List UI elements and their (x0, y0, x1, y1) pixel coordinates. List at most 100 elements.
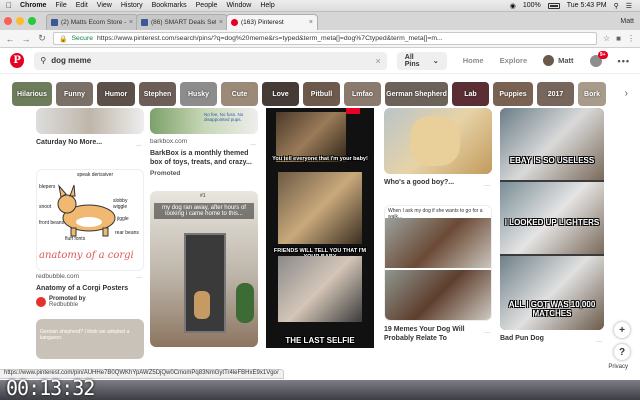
privacy-link[interactable]: Privacy (608, 364, 628, 370)
pin-caption: German shepherd? I think we adopted a ka… (40, 329, 130, 341)
apple-icon[interactable]:  (6, 1, 12, 10)
pin-title[interactable]: 19 Memes Your Dog Will Probably Relate T… (384, 325, 492, 343)
close-window-icon[interactable] (4, 17, 12, 25)
chip-hilarious[interactable]: Hilarious (12, 82, 52, 106)
chip-husky[interactable]: Husky (180, 82, 217, 106)
lab-photo-2-icon (385, 270, 491, 320)
husky-photo-1-icon (500, 108, 604, 180)
promoted-by[interactable]: Promoted by Redbubble (36, 296, 144, 308)
wifi-icon[interactable]: ◉ (510, 2, 516, 10)
explore-link[interactable]: Explore (500, 56, 528, 65)
chip-humor[interactable]: Humor (97, 82, 135, 106)
pin-more-icon[interactable]: ... (484, 181, 490, 188)
pin-image-lab-walk[interactable]: When I ask my dog if she wants to go for… (384, 205, 492, 321)
tab-matts-ecom[interactable]: (2) Matts Ecom Store - Home × (46, 14, 138, 30)
menu-people[interactable]: People (196, 2, 218, 9)
clear-search-icon[interactable]: × (376, 56, 381, 66)
menu-history[interactable]: History (121, 2, 143, 9)
header-nav: Home Explore Matt 9+ ••• (463, 50, 630, 67)
close-pin-badge[interactable] (346, 108, 360, 114)
pinterest-header: P ⚲ dog meme × All Pins ⌄ Home Explore M… (0, 48, 640, 74)
pin-more-icon[interactable]: ... (136, 273, 142, 280)
pin-image-dog-selfie-meme[interactable]: You tell everyone that i'm your baby! FR… (266, 108, 374, 348)
menu-app-name[interactable]: Chrome (20, 2, 46, 9)
chip-funny[interactable]: Funny (56, 82, 93, 106)
chip-stephen[interactable]: Stephen (139, 82, 176, 106)
extension-icon[interactable]: ■ (616, 34, 621, 43)
pin-source[interactable]: barkbox.com (150, 138, 258, 145)
pin-title[interactable]: Who's a good boy?... (384, 178, 492, 187)
close-tab-icon[interactable]: × (129, 19, 133, 26)
chip-lmfao[interactable]: Lmfao (344, 82, 381, 106)
pin-image-corgi-anatomy[interactable]: speak derissiver blepers snoot front bea… (36, 169, 144, 271)
close-tab-icon[interactable]: × (219, 19, 223, 26)
menubar-clock[interactable]: Tue 5:43 PM (567, 2, 607, 9)
search-bar[interactable]: ⚲ dog meme × (34, 51, 387, 70)
macos-menubar:  Chrome File Edit View History Bookmark… (0, 0, 640, 12)
back-icon[interactable]: ← (5, 34, 15, 44)
chrome-menu-icon[interactable]: ⋮ (627, 34, 635, 43)
pin-title[interactable]: Bad Pun Dog (500, 334, 604, 343)
menu-bookmarks[interactable]: Bookmarks (152, 2, 187, 9)
profile-link[interactable]: Matt (543, 55, 574, 66)
menu-help[interactable]: Help (260, 2, 274, 9)
pin-source[interactable]: redbubble.com (36, 273, 144, 280)
chip-love[interactable]: Love (262, 82, 299, 106)
pin-more-icon[interactable]: ... (136, 141, 142, 148)
address-bar[interactable]: 🔒 Secure https://www.pinterest.com/searc… (53, 32, 597, 45)
pin-title[interactable]: BarkBox is a monthly themed box of toys,… (150, 149, 258, 167)
menu-edit[interactable]: Edit (76, 2, 88, 9)
toolbar-icons: ☆ ■ ⋮ (603, 34, 635, 43)
more-options-icon[interactable]: ••• (618, 56, 630, 66)
chip-bork[interactable]: Bork (578, 82, 606, 106)
notifications-icon[interactable]: 9+ (589, 50, 608, 67)
corgi-label: front beans (39, 220, 65, 226)
help-button[interactable]: ? (614, 344, 630, 360)
menu-view[interactable]: View (97, 2, 112, 9)
chrome-profile-name[interactable]: Matt (620, 18, 634, 25)
pin-image-kangaroo[interactable]: German shepherd? I think we adopted a ka… (36, 319, 144, 359)
notification-center-icon[interactable]: ☰ (626, 2, 632, 10)
chip-cute[interactable]: Cute (221, 82, 258, 106)
pin-image-golden-retriever[interactable] (384, 108, 492, 174)
facebook-favicon-icon (51, 19, 58, 26)
pin-image-bad-pun-husky[interactable]: EBAY IS SO USELESS I LOOKED UP LIGHTERS … (500, 108, 604, 330)
menu-file[interactable]: File (55, 2, 66, 9)
menu-window[interactable]: Window (226, 2, 251, 9)
pin-image-barkbox[interactable]: No fee, No fuss. No disappointed pups. (150, 108, 258, 134)
pin-title[interactable]: Caturday No More... (36, 138, 144, 147)
tab-smart-deals[interactable]: (86) SMART Deals Settings × (136, 14, 228, 30)
browser-toolbar: ← → ↻ 🔒 Secure https://www.pinterest.com… (0, 30, 640, 48)
promoted-label: Promoted (150, 170, 181, 177)
chip-pitbull[interactable]: Pitbull (303, 82, 340, 106)
minimize-window-icon[interactable] (16, 17, 24, 25)
pin-more-icon[interactable]: ... (596, 337, 602, 344)
pin-image-dog-door[interactable]: #1 my dog ran away, after hours of looki… (150, 191, 258, 347)
zoom-window-icon[interactable] (28, 17, 36, 25)
search-input[interactable]: dog meme (51, 56, 370, 65)
create-pin-button[interactable]: + (614, 322, 630, 338)
close-tab-icon[interactable]: × (309, 19, 313, 26)
battery-icon[interactable] (547, 2, 560, 9)
spotlight-icon[interactable]: ⚲ (614, 2, 619, 10)
corgi-label: blepers (39, 184, 56, 190)
chip-puppies[interactable]: Puppies (493, 82, 533, 106)
forward-icon[interactable]: → (21, 34, 31, 44)
people-selfie-photo-icon (278, 256, 362, 322)
battery-percent[interactable]: 100% (523, 2, 541, 9)
home-link[interactable]: Home (463, 56, 484, 65)
search-scope-dropdown[interactable]: All Pins ⌄ (396, 51, 447, 70)
pin-title[interactable]: Anatomy of a Corgi Posters (36, 284, 144, 293)
pin-image-cat[interactable] (36, 108, 144, 134)
chip-lab[interactable]: Lab (452, 82, 489, 106)
chips-next-arrow-icon[interactable]: › (625, 88, 628, 99)
pinterest-logo-icon[interactable]: P (10, 53, 25, 68)
reload-icon[interactable]: ↻ (37, 33, 47, 44)
bookmark-star-icon[interactable]: ☆ (603, 34, 610, 43)
pin-more-icon[interactable]: ... (484, 328, 490, 335)
corgi-label: speak derissiver (77, 172, 114, 178)
chip-german-shepherd[interactable]: German Shepherd (385, 82, 448, 106)
pin-more-icon[interactable]: ... (250, 140, 256, 147)
chip-2017[interactable]: 2017 (537, 82, 574, 106)
tab-pinterest[interactable]: (163) Pinterest × (226, 14, 318, 30)
